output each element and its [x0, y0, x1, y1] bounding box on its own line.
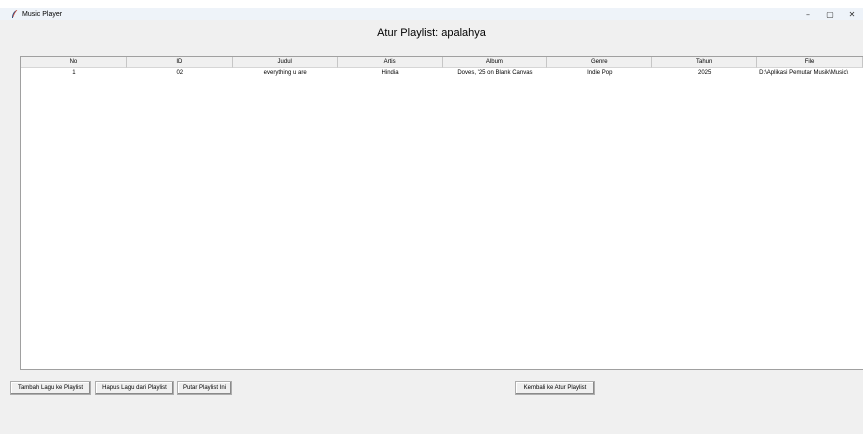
column-header-artis[interactable]: Artis — [337, 57, 443, 68]
table-row[interactable]: 1 02 everything u are Hindia Doves, '25 … — [21, 68, 863, 78]
column-header-file[interactable]: File — [757, 57, 863, 68]
column-header-genre[interactable]: Genre — [547, 57, 653, 68]
feather-icon — [10, 9, 19, 19]
cell-tahun: 2025 — [698, 70, 712, 76]
column-header-no[interactable]: No — [21, 57, 127, 68]
window-title: Music Player — [22, 10, 63, 18]
cell-file: D:\Aplikasi Pemutar Musik\Music\ — [759, 70, 849, 76]
column-header-tahun[interactable]: Tahun — [652, 57, 758, 68]
column-header-album[interactable]: Album — [442, 57, 548, 68]
window-controls: – ▢ ✕ — [797, 8, 863, 20]
cell-id: 02 — [176, 70, 184, 76]
close-button[interactable]: ✕ — [841, 8, 863, 20]
cell-judul: everything u are — [263, 70, 307, 76]
cell-genre: Indie Pop — [587, 70, 613, 76]
back-button[interactable]: Kembali ke Atur Playlist — [515, 381, 595, 395]
page-title: Atur Playlist: apalahya — [377, 27, 486, 39]
cell-no: 1 — [72, 70, 76, 76]
cell-album: Doves, '25 on Blank Canvas — [457, 70, 533, 76]
window-content: Atur Playlist: apalahya No ID Judul Arti… — [0, 20, 863, 434]
table-header: No ID Judul Artis Album Genre Tahun File — [21, 57, 863, 68]
maximize-button[interactable]: ▢ — [819, 8, 841, 20]
screen-top-edge — [0, 0, 863, 8]
column-header-id[interactable]: ID — [126, 57, 233, 68]
column-header-judul[interactable]: Judul — [232, 57, 338, 68]
cell-artis: Hindia — [381, 70, 399, 76]
playlist-table[interactable]: No ID Judul Artis Album Genre Tahun File… — [20, 56, 863, 370]
add-song-button[interactable]: Tambah Lagu ke Playlist — [10, 381, 91, 395]
minimize-button[interactable]: – — [797, 8, 819, 20]
window-titlebar[interactable]: Music Player – ▢ ✕ — [0, 8, 863, 20]
play-playlist-button[interactable]: Putar Playlist Ini — [177, 381, 232, 395]
remove-song-button[interactable]: Hapus Lagu dari Playlist — [95, 381, 174, 395]
